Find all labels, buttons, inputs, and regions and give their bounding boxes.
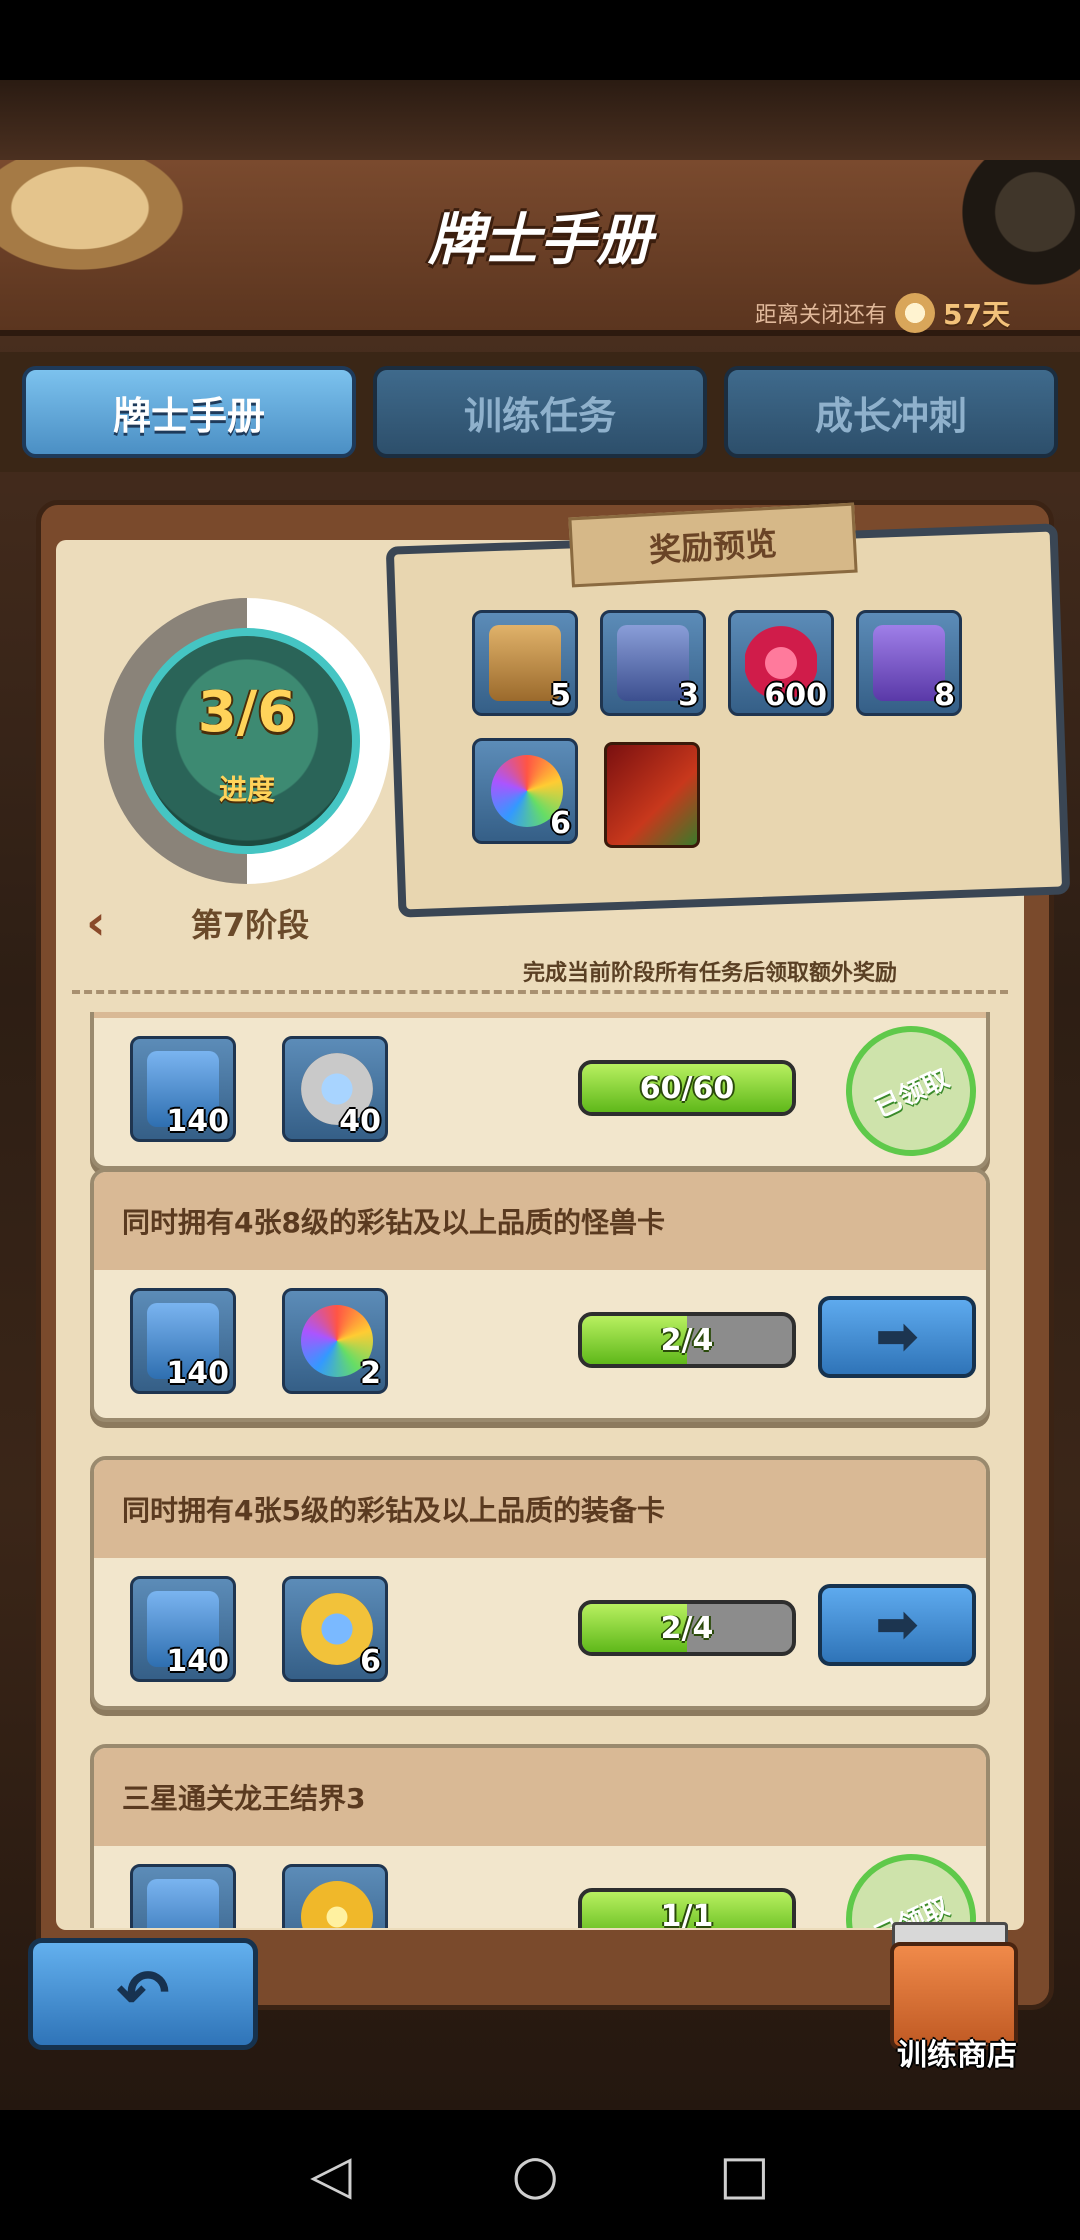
task-body: 1/1 已领取	[94, 1832, 998, 1928]
task-progress-bar: 60/60	[578, 1060, 796, 1116]
claimed-stamp: 已领取	[824, 1012, 998, 1178]
task-card: 同时拥有4张8级的彩钻及以上品质的怪兽卡 140 2 2/4 ➡	[90, 1168, 990, 1422]
nav-recents-icon[interactable]: □	[719, 2148, 770, 2202]
reward-qty: 8	[934, 678, 955, 713]
page-title: 牌士手册	[428, 208, 652, 273]
task-title: 同时拥有4张8级的彩钻及以上品质的怪兽卡	[94, 1172, 986, 1270]
reward-preview-item[interactable]: 8	[856, 610, 962, 716]
reward-qty: 600	[764, 678, 827, 713]
reward-preview-item[interactable]: 6	[472, 738, 578, 844]
task-reward[interactable]	[282, 1864, 388, 1928]
bonus-note: 完成当前阶段所有任务后领取额外奖励	[522, 961, 897, 986]
stage-progress-text: 3/6	[197, 680, 297, 745]
back-button[interactable]: ↶	[28, 1938, 258, 2050]
arrow-right-icon: ➡	[875, 1595, 919, 1655]
countdown-label: 距离关闭还有	[755, 303, 888, 328]
reward-qty: 2	[360, 1356, 381, 1391]
reward-qty: 5	[550, 678, 571, 713]
task-progress-bar: 2/4	[578, 1312, 796, 1368]
shop-label: 训练商店	[897, 2038, 1017, 2073]
claimed-stamp: 已领取	[824, 1832, 998, 1928]
task-reward[interactable]: 140	[130, 1288, 236, 1394]
progress-text: 2/4	[660, 1322, 714, 1358]
chevron-left-icon[interactable]: ‹	[86, 895, 106, 951]
go-button[interactable]: ➡	[818, 1584, 976, 1666]
reward-qty: 3	[678, 678, 699, 713]
task-card: 140 40 60/60 已领取	[90, 1012, 998, 1178]
nav-back-icon[interactable]: ◁	[310, 2148, 352, 2202]
task-progress-bar: 1/1	[578, 1888, 796, 1928]
progress-text: 1/1	[660, 1898, 714, 1929]
hourglass-icon	[895, 293, 936, 333]
task-reward[interactable]: 40	[282, 1036, 388, 1142]
reward-qty: 40	[339, 1104, 381, 1139]
reward-qty: 140	[166, 1644, 229, 1679]
reward-qty: 140	[166, 1104, 229, 1139]
task-body: 140 2 2/4 ➡	[94, 1270, 986, 1418]
task-body: 140 6 2/4 ➡	[94, 1558, 986, 1706]
top-band	[0, 80, 1080, 164]
countdown: 距离关闭还有 57天	[755, 293, 1010, 333]
back-arrow-icon: ↶	[116, 1957, 170, 2031]
stage-progress-label: 进度	[218, 773, 275, 806]
tab-card-master-manual[interactable]: 牌士手册	[22, 366, 356, 458]
task-title: 同时拥有4张5级的彩钻及以上品质的装备卡	[94, 1460, 986, 1558]
divider	[72, 990, 1008, 994]
stage-name: 第7阶段	[190, 906, 310, 944]
reward-qty: 6	[360, 1644, 381, 1679]
reward-preview-board	[385, 523, 1071, 918]
reward-preview-item[interactable]: 3	[600, 610, 706, 716]
go-button[interactable]: ➡	[818, 1296, 976, 1378]
card-master-icon	[147, 1879, 219, 1928]
gold-coin-icon	[301, 1881, 373, 1928]
task-list[interactable]: 140 40 60/60 已领取 同时拥有4张8级的彩钻及以上品质的怪兽卡 14…	[56, 1012, 1024, 1928]
reward-preview-item[interactable]: 600	[728, 610, 834, 716]
nav-home-icon[interactable]: ○	[512, 2148, 559, 2202]
task-reward[interactable]: 140	[130, 1576, 236, 1682]
task-card: 同时拥有4张5级的彩钻及以上品质的装备卡 140 6 2/4 ➡	[90, 1456, 990, 1710]
training-shop-button[interactable]: 训练商店	[880, 1920, 1030, 2073]
tab-growth-sprint[interactable]: 成长冲刺	[724, 366, 1058, 458]
task-reward[interactable]: 2	[282, 1288, 388, 1394]
task-reward[interactable]: 6	[282, 1576, 388, 1682]
reward-qty: 6	[550, 806, 571, 841]
reward-preview-item[interactable]: 5	[472, 610, 578, 716]
progress-text: 2/4	[660, 1610, 714, 1646]
arrow-right-icon: ➡	[875, 1307, 919, 1367]
tab-training-tasks[interactable]: 训练任务	[373, 366, 707, 458]
reward-qty: 140	[166, 1356, 229, 1391]
countdown-value: 57天	[943, 298, 1010, 331]
task-body: 140 40 60/60 已领取	[94, 1012, 998, 1178]
progress-text: 60/60	[639, 1070, 735, 1106]
reward-preview-title: 奖励预览	[568, 502, 858, 588]
task-reward[interactable]	[130, 1864, 236, 1928]
status-bar	[0, 0, 1080, 80]
system-nav-bar: ◁ ○ □	[0, 2110, 1080, 2240]
task-reward[interactable]: 140	[130, 1036, 236, 1142]
dragon-card-icon[interactable]	[604, 742, 700, 848]
task-card: 三星通关龙王结界3 1/1 已领取	[90, 1744, 998, 1928]
task-progress-bar: 2/4	[578, 1600, 796, 1656]
task-title: 三星通关龙王结界3	[94, 1748, 986, 1846]
